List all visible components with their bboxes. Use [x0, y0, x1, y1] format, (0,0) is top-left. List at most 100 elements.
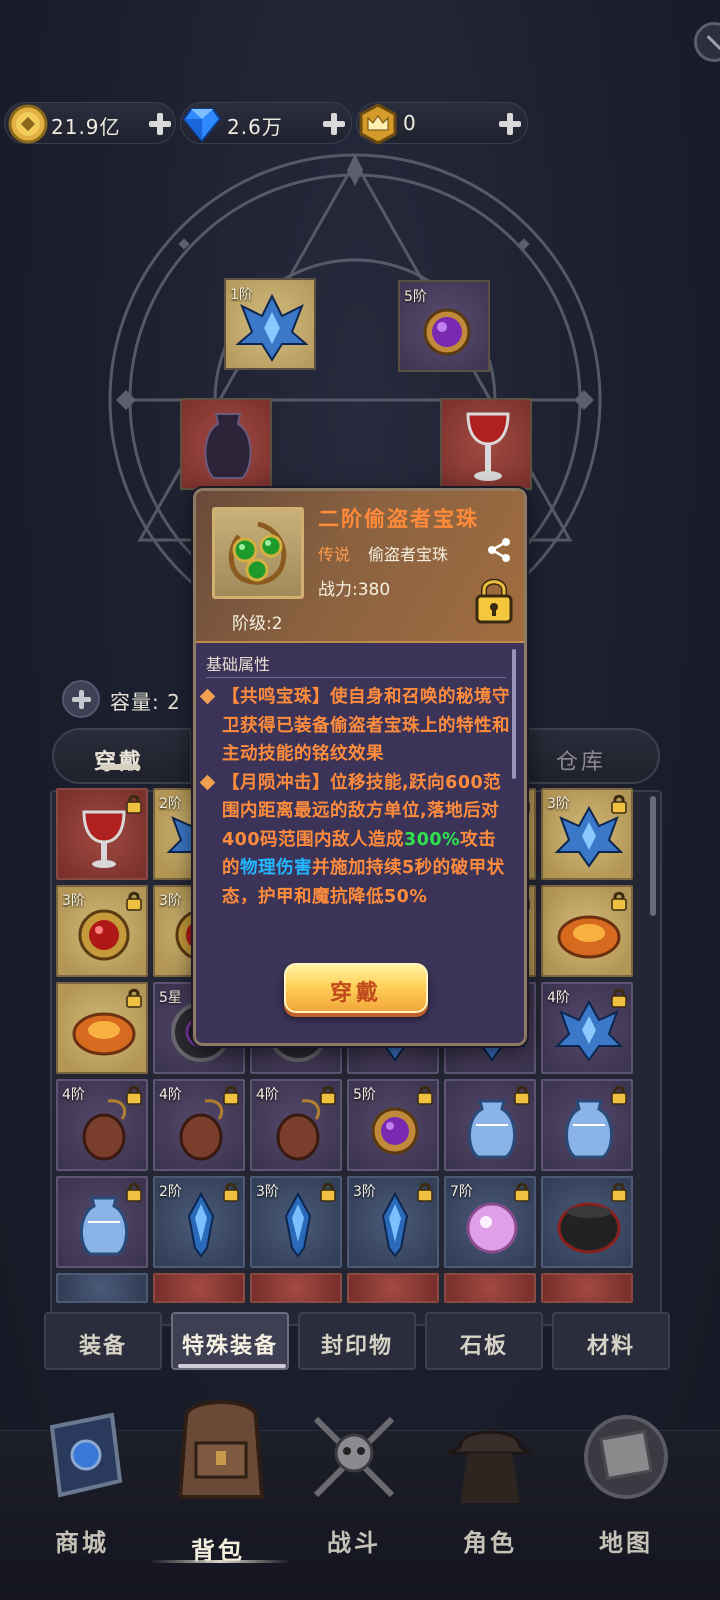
category-tab-label: 封印物: [320, 1334, 393, 1359]
nav-battle[interactable]: 战斗: [282, 1416, 426, 1600]
inventory-cell[interactable]: [153, 1273, 245, 1303]
inventory-cell[interactable]: [56, 982, 148, 1074]
inventory-cell[interactable]: 3阶: [250, 1176, 342, 1268]
skill-description: 【共鸣宝珠】使自身和召唤的秘境守卫获得已装备偷盗者宝珠上的特性和主动技能的铭纹效…: [199, 683, 512, 911]
crown-amount: 0: [403, 111, 417, 135]
inventory-cell[interactable]: [444, 1273, 536, 1303]
book-icon: [49, 1412, 123, 1498]
nav-character[interactable]: 角色: [418, 1430, 562, 1600]
tooltip-header: 阶级:2 二阶偷盗者宝珠 传说 偷盗者宝珠 战力:380: [196, 491, 524, 643]
capacity-label: 容量: 2: [110, 690, 181, 714]
lock-icon: [320, 1085, 336, 1105]
inventory-cell[interactable]: [56, 1176, 148, 1268]
equip-button-label: 穿戴: [329, 981, 382, 1006]
inventory-screen: 21.9亿 2.6万 0 1阶 5阶 容量: 2 穿戴 仓库 2阶 3阶 3阶 …: [0, 0, 720, 1600]
nav-backpack[interactable]: 背包: [146, 1400, 290, 1600]
inventory-cell[interactable]: 4阶: [541, 982, 633, 1074]
inventory-cell[interactable]: [347, 1273, 439, 1303]
inventory-cell[interactable]: [250, 1273, 342, 1303]
cell-grade-label: 4阶: [62, 1087, 85, 1103]
inventory-cell[interactable]: 3阶: [541, 788, 633, 880]
inventory-cell[interactable]: [541, 1176, 633, 1268]
lock-icon[interactable]: [474, 577, 514, 625]
gold-currency: 21.9亿: [4, 102, 176, 144]
category-tab-slates[interactable]: 石板: [425, 1312, 543, 1370]
share-icon[interactable]: [486, 537, 512, 563]
diamond-icon: [182, 108, 222, 143]
nav-map[interactable]: 地图: [554, 1415, 698, 1600]
lock-icon: [514, 1182, 530, 1202]
section-title: 基础属性: [206, 655, 271, 674]
lock-icon: [611, 1085, 627, 1105]
nav-battle-label: 战斗: [327, 1529, 381, 1557]
crossed-swords-skull-icon: [313, 1416, 395, 1498]
diamond-amount: 2.6万: [227, 115, 283, 139]
nav-shop-label: 商城: [55, 1529, 109, 1557]
skill-2-damage-type: 物理伤害: [240, 858, 312, 878]
chalice-icon: [466, 412, 510, 481]
tab-warehouse[interactable]: 仓库: [518, 728, 660, 784]
add-gold-button[interactable]: [147, 111, 173, 137]
map-scroll-icon: [584, 1415, 668, 1499]
add-diamond-button[interactable]: [321, 111, 347, 137]
inventory-cell[interactable]: [444, 1079, 536, 1171]
lock-icon: [611, 1182, 627, 1202]
expand-capacity-button[interactable]: [62, 680, 100, 718]
lock-icon: [320, 1182, 336, 1202]
inventory-cell[interactable]: [56, 1273, 148, 1303]
tooltip-scrollbar[interactable]: [512, 649, 516, 779]
skill-1: 【共鸣宝珠】使自身和召唤的秘境守卫获得已装备偷盗者宝珠上的特性和主动技能的铭纹效…: [199, 683, 512, 769]
nav-shop[interactable]: 商城: [10, 1412, 154, 1600]
tab-wear[interactable]: 穿戴: [52, 728, 192, 784]
inventory-cell[interactable]: [541, 1273, 633, 1303]
equip-slot-2[interactable]: 5阶: [398, 280, 490, 372]
equip-button[interactable]: 穿戴: [284, 963, 428, 1013]
category-tab-label: 特殊装备: [181, 1334, 278, 1359]
inventory-cell[interactable]: 5阶: [347, 1079, 439, 1171]
item-tooltip: 阶级:2 二阶偷盗者宝珠 传说 偷盗者宝珠 战力:380 基础属性 【共鸣宝珠】…: [193, 488, 527, 1046]
item-name: 二阶偷盗者宝珠: [318, 507, 479, 531]
gold-amount: 21.9亿: [51, 115, 121, 139]
inventory-cell[interactable]: 3阶: [347, 1176, 439, 1268]
urn-icon: [204, 413, 252, 479]
add-crown-button[interactable]: [497, 111, 523, 137]
thief-orb-icon: [228, 521, 287, 585]
lock-icon: [223, 1085, 239, 1105]
category-tab-materials[interactable]: 材料: [552, 1312, 670, 1370]
inventory-cell[interactable]: 4阶: [153, 1079, 245, 1171]
equip-slot-3[interactable]: [180, 398, 272, 490]
cell-grade-label: 3阶: [62, 893, 85, 909]
tab-indicator: [100, 764, 140, 770]
skill-1-text: 【共鸣宝珠】使自身和召唤的秘境守卫获得已装备偷盗者宝珠上的特性和主动技能的铭纹效…: [222, 687, 510, 764]
purple-orb-icon: [423, 308, 471, 356]
category-tab-special-equipment[interactable]: 特殊装备: [171, 1312, 289, 1370]
inventory-cell[interactable]: 3阶: [56, 885, 148, 977]
lock-icon: [126, 1085, 142, 1105]
lock-icon: [126, 988, 142, 1008]
crown-badge-icon: [359, 103, 397, 145]
inventory-cell[interactable]: 4阶: [250, 1079, 342, 1171]
cell-grade-label: 5星: [159, 990, 182, 1006]
inventory-cell[interactable]: [541, 1079, 633, 1171]
inventory-cell[interactable]: [56, 788, 148, 880]
inventory-scrollbar[interactable]: [650, 796, 656, 916]
skill-2-percent: 300%: [404, 829, 461, 850]
category-tab-seals[interactable]: 封印物: [298, 1312, 416, 1370]
lock-icon: [126, 794, 142, 814]
cell-grade-label: 3阶: [256, 1184, 279, 1200]
inventory-cell[interactable]: 4阶: [56, 1079, 148, 1171]
nav-character-label: 角色: [463, 1529, 517, 1557]
bottom-navigation: 商城 背包 战斗 角色 地图: [0, 1400, 720, 1600]
category-tab-equipment[interactable]: 装备: [44, 1312, 162, 1370]
crystal-crown-icon: [236, 293, 308, 362]
close-button[interactable]: [694, 22, 720, 62]
inventory-cell[interactable]: 2阶: [153, 1176, 245, 1268]
inventory-cell[interactable]: [541, 885, 633, 977]
nav-map-label: 地图: [599, 1529, 653, 1557]
inventory-cell[interactable]: 7阶: [444, 1176, 536, 1268]
equip-slot-4[interactable]: [440, 398, 532, 490]
cell-grade-label: 2阶: [159, 796, 182, 812]
equip-slot-1[interactable]: 1阶: [224, 278, 316, 370]
cell-grade-label: 3阶: [159, 893, 182, 909]
gold-coin-icon: [8, 104, 48, 144]
